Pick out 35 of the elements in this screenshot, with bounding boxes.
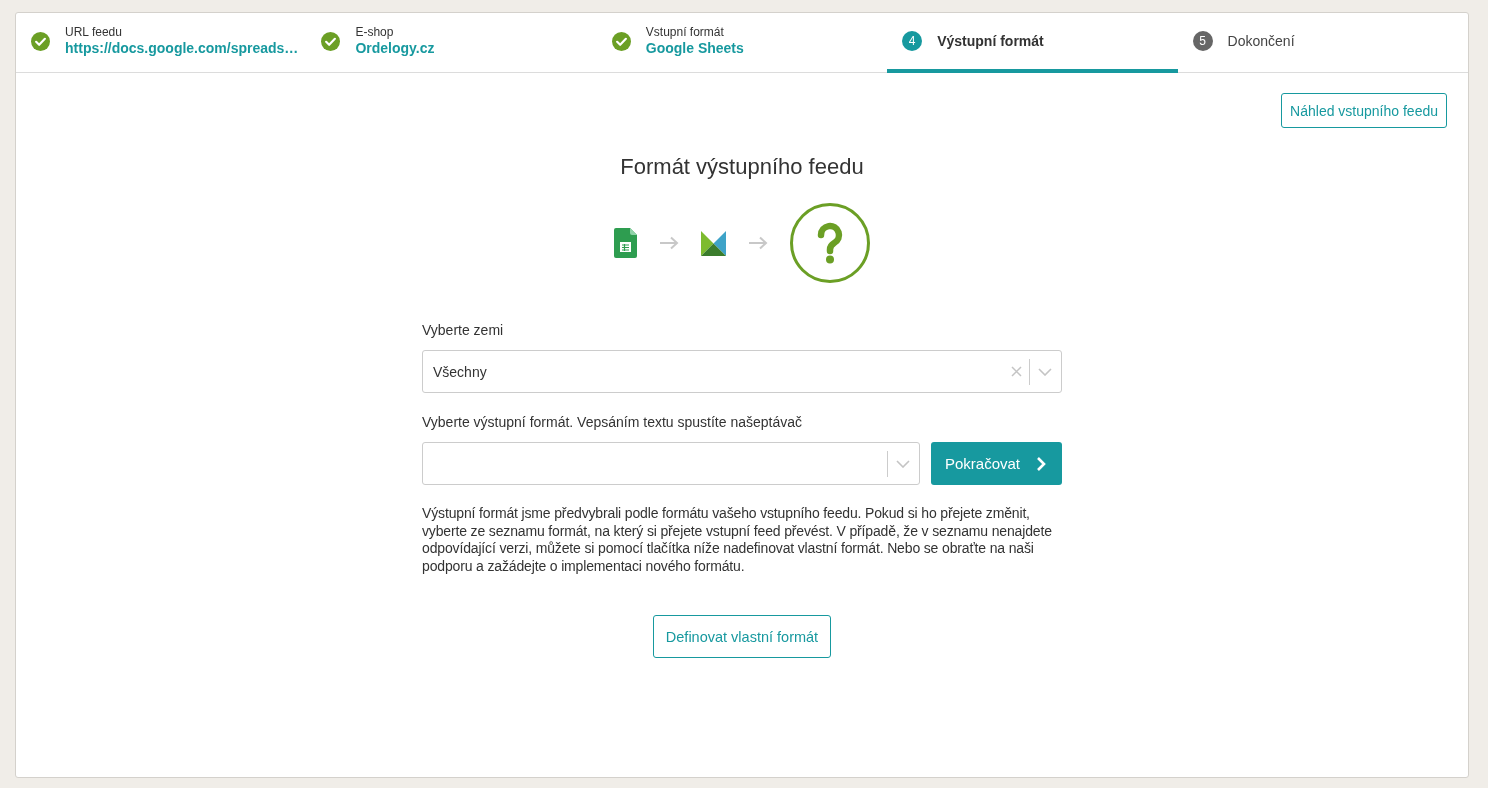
step-tab[interactable]: URL feedu https://docs.google.com/spreads… [16,13,307,73]
check-circle-icon [611,31,631,51]
step-tab[interactable]: Vstupní formát Google Sheets [596,13,888,73]
field-label: Vyberte výstupní formát. Vepsáním textu spustíte našeptávač [422,413,804,431]
define-format-button[interactable]: Definovat vlastní formát [652,615,832,658]
check-circle-icon [321,31,341,51]
step-tab[interactable]: E-shop Ordelogy.cz [306,13,597,73]
step-label: Vstupní formát [645,25,725,40]
chevron-down-icon[interactable] [1038,367,1052,376]
step-value: https://docs.google.com/spreads… [65,40,299,57]
arrow-right-icon [659,236,679,250]
step-value: Google Sheets [645,40,744,57]
chevron-right-icon [1036,455,1046,472]
clear-icon[interactable] [1011,366,1022,377]
chevron-down-icon[interactable] [895,459,910,468]
arrow-right-icon [748,236,768,250]
question-circle-icon [790,203,870,283]
spreadsheet-icon [614,228,637,258]
step-tab[interactable]: 5 Dokončení [1177,13,1468,73]
logo-icon [701,230,726,256]
step-value: Ordelogy.cz [355,40,435,57]
step-label: Dokončení [1227,32,1295,50]
help-text: Výstupní formát jsme předvybrali podle formátu vašeho vstupního feedu. Pokud si ho přejete změnit, vyberte ze seznamu formát, na který si přejete vstupní feed převést. V případě, že v seznamu nenajdete odpovídající verzi, můžete si pomocí tlačítka níže nadefinovat vlastní formát. Nebo se obraťte na naši podporu a zažádejte o implementaci nového formátu. [422,505,1053,575]
step-tab[interactable]: 4 Výstupní formát [887,13,1178,73]
step-number: 4 [902,31,923,51]
page-title: Formát výstupního feedu [620,153,864,181]
step-label: Výstupní formát [937,32,1044,50]
select-field[interactable]: Všechny [422,350,1062,393]
select-field[interactable] [422,442,920,485]
step-label: URL feedu [65,25,123,40]
step-number: 5 [1192,31,1213,51]
field-label: Vyberte zemi [422,321,505,339]
check-circle-icon [31,31,50,51]
preview-feed-button[interactable]: Náhled vstupního feedu [1281,93,1447,128]
step-label: E-shop [355,25,395,40]
